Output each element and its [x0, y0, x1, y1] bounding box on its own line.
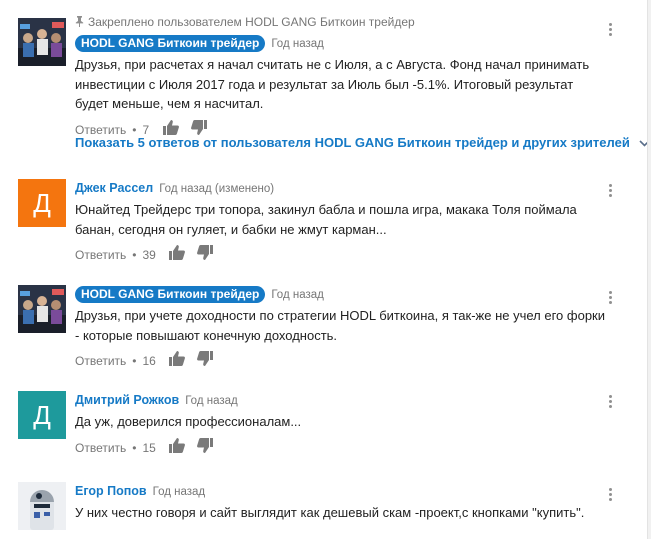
more-vert-icon[interactable] [609, 184, 613, 199]
thumb-up-icon[interactable] [169, 437, 186, 459]
show-replies-button[interactable]: Показать 5 ответов от пользователя HODL … [75, 135, 647, 150]
comment-time[interactable]: Год назад (изменено) [159, 183, 274, 195]
separator: • [132, 248, 137, 262]
comment-actions: Ответить • 16 [75, 351, 607, 371]
avatar-letter: Д [33, 187, 51, 218]
comment-actions: Ответить • 15 [75, 437, 607, 459]
more-vert-icon[interactable] [609, 291, 613, 306]
avatar[interactable] [18, 285, 66, 333]
author-name[interactable]: HODL GANG Биткоин трейдер [75, 35, 266, 52]
reply-button[interactable]: Ответить [75, 441, 126, 455]
comment-text: У них честно говоря и сайт выглядит как … [75, 505, 585, 520]
thumb-down-icon[interactable] [197, 351, 214, 372]
author-name[interactable]: Джек Рассел [75, 181, 153, 195]
more-vert-icon[interactable] [609, 488, 613, 503]
more-vert-icon[interactable] [609, 23, 613, 38]
pinned-label: Закреплено пользователем HODL GANG Битко… [75, 14, 607, 30]
thumb-down-icon[interactable] [197, 437, 214, 459]
author-name[interactable]: Егор Попов [75, 484, 147, 498]
more-vert-icon[interactable] [609, 395, 613, 410]
like-count: 15 [142, 440, 156, 455]
thumb-down-icon[interactable] [197, 245, 214, 266]
pinned-text: Закреплено пользователем HODL GANG Битко… [88, 15, 415, 29]
thumb-up-icon[interactable] [169, 351, 186, 372]
show-replies-label: Показать 5 ответов от пользователя HODL … [75, 135, 630, 150]
reply-button[interactable]: Ответить [75, 354, 126, 368]
comment-text: Юнайтед Трейдерс три топора, закинул баб… [75, 202, 577, 237]
comment-text: Да уж, доверился профессионалам... [75, 414, 302, 429]
comments-panel: Закреплено пользователем HODL GANG Битко… [0, 0, 648, 539]
avatar[interactable]: Д [18, 391, 66, 439]
avatar[interactable] [18, 482, 66, 530]
separator: • [132, 440, 137, 455]
author-name[interactable]: Дмитрий Рожков [75, 393, 179, 407]
avatar[interactable]: Д [18, 179, 66, 227]
avatar[interactable] [18, 18, 66, 66]
like-count: 39 [142, 248, 156, 262]
thumb-up-icon[interactable] [169, 245, 186, 266]
separator: • [132, 354, 137, 368]
comment-actions: Ответить • 39 [75, 245, 607, 265]
reply-button[interactable]: Ответить [75, 248, 126, 262]
chevron-down-icon [639, 140, 647, 147]
author-name[interactable]: HODL GANG Биткоин трейдер [75, 286, 266, 303]
comment-time[interactable]: Год назад [271, 38, 324, 50]
avatar-letter: Д [33, 399, 51, 430]
like-count: 16 [142, 354, 156, 368]
comment-text: Друзья, при расчетах я начал считать не … [75, 57, 590, 111]
comment-time[interactable]: Год назад [185, 395, 238, 407]
comment-time[interactable]: Год назад [153, 486, 206, 498]
comment-time[interactable]: Год назад [271, 289, 324, 301]
pin-icon [75, 15, 85, 31]
comment-text: Друзья, при учете доходности по стратеги… [75, 308, 605, 343]
